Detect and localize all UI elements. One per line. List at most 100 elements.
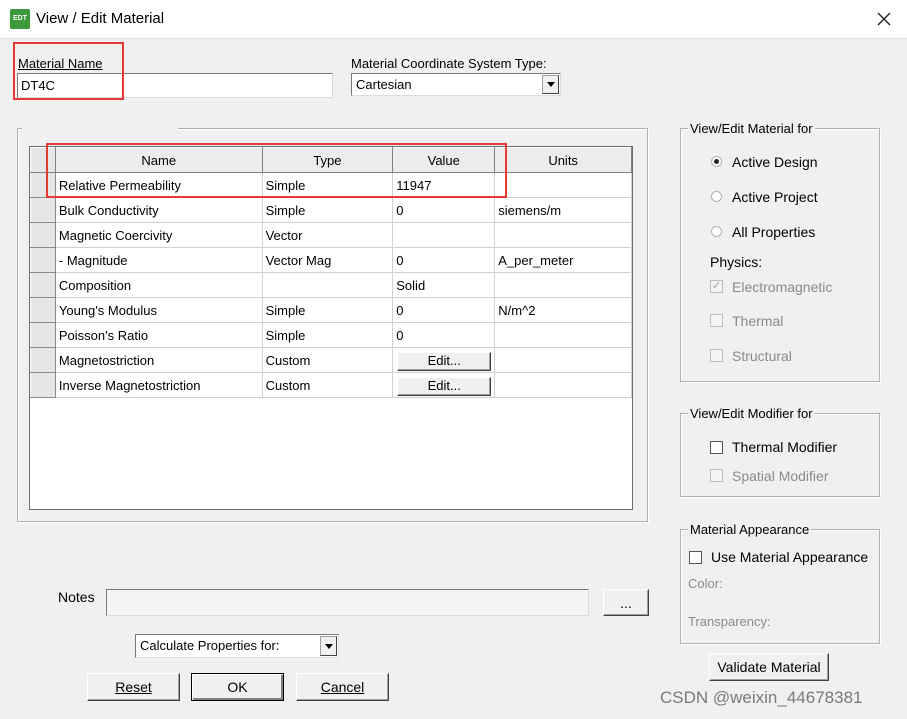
table-row: Bulk Conductivity Simple 0 siemens/m: [30, 197, 632, 223]
column-header-units[interactable]: Units: [494, 147, 632, 173]
cell-type[interactable]: Simple: [261, 297, 394, 323]
cell-type[interactable]: Vector Mag: [261, 247, 394, 273]
radio-active-design[interactable]: [711, 156, 722, 167]
use-material-appearance-checkbox[interactable]: [689, 551, 702, 564]
all-properties-label[interactable]: All Properties: [732, 224, 815, 240]
view-edit-modifier-group: [680, 413, 880, 497]
cell-units[interactable]: [494, 322, 632, 348]
cell-type[interactable]: Custom: [261, 372, 394, 398]
cell-value[interactable]: 0: [392, 322, 496, 348]
close-button[interactable]: [866, 5, 902, 33]
cell-units[interactable]: [494, 347, 632, 373]
cell-units[interactable]: [494, 222, 632, 248]
thermal-label: Thermal: [732, 313, 784, 329]
cell-name: Poisson's Ratio: [54, 322, 263, 348]
dropdown-arrow[interactable]: [320, 636, 337, 656]
row-header[interactable]: [30, 322, 56, 348]
table-row: Composition Solid: [30, 272, 632, 298]
cell-units[interactable]: N/m^2: [494, 297, 632, 323]
row-header[interactable]: [30, 297, 56, 323]
highlight-material-name: [13, 42, 124, 100]
table-row: - Magnitude Vector Mag 0 A_per_meter: [30, 247, 632, 273]
coord-system-select[interactable]: Cartesian: [351, 73, 561, 96]
cell-name: - Magnitude: [54, 247, 263, 273]
watermark-text: CSDN @weixin_44678381: [660, 688, 863, 707]
cell-value[interactable]: 0: [392, 197, 496, 223]
row-header[interactable]: [30, 197, 56, 223]
spatial-modifier-label: Spatial Modifier: [732, 468, 829, 484]
radio-all-properties[interactable]: [711, 226, 722, 237]
dropdown-arrow[interactable]: [542, 75, 559, 94]
thermal-modifier-checkbox[interactable]: [710, 441, 723, 454]
cancel-button-label: Cancel: [320, 679, 365, 695]
property-grid[interactable]: Name Type Value Units Relative Permeabil…: [29, 146, 633, 510]
cell-type[interactable]: Simple: [261, 322, 394, 348]
ok-button[interactable]: OK: [191, 673, 284, 701]
thermal-checkbox[interactable]: [710, 314, 723, 327]
cell-value[interactable]: [392, 222, 496, 248]
cell-name: Composition: [54, 272, 263, 298]
coord-system-value: Cartesian: [356, 77, 412, 92]
structural-checkbox[interactable]: [710, 349, 723, 362]
coord-system-label: Material Coordinate System Type:: [351, 56, 547, 71]
chevron-down-icon: [324, 643, 333, 649]
cell-units[interactable]: siemens/m: [494, 197, 632, 223]
view-edit-modifier-title: View/Edit Modifier for: [688, 406, 815, 421]
row-header[interactable]: [30, 347, 56, 373]
reset-button-label: Reset: [115, 679, 152, 695]
inverse-magnetostriction-edit-button[interactable]: Edit...: [397, 376, 492, 396]
cell-value[interactable]: 0: [392, 247, 496, 273]
cell-value[interactable]: Solid: [392, 272, 496, 298]
table-row: Magnetostriction Custom Edit...: [30, 347, 632, 373]
cell-value: Edit...: [392, 372, 496, 398]
electromagnetic-label: Electromagnetic: [732, 279, 833, 295]
cell-type[interactable]: Vector: [261, 222, 394, 248]
table-row: Magnetic Coercivity Vector: [30, 222, 632, 248]
cell-name: Magnetostriction: [54, 347, 263, 373]
transparency-label: Transparency:: [688, 614, 771, 629]
radio-active-project[interactable]: [711, 191, 722, 202]
table-row: Young's Modulus Simple 0 N/m^2: [30, 297, 632, 323]
notes-input[interactable]: [106, 589, 589, 616]
physics-label: Physics:: [710, 254, 763, 270]
use-material-appearance-label[interactable]: Use Material Appearance: [711, 549, 868, 565]
validate-material-button[interactable]: Validate Material: [709, 653, 829, 681]
properties-group-title-gap: [22, 122, 178, 132]
view-edit-material-title: View/Edit Material for: [688, 121, 815, 136]
notes-browse-button[interactable]: ...: [603, 589, 649, 616]
reset-button[interactable]: Reset: [87, 673, 180, 701]
material-appearance-title: Material Appearance: [688, 522, 812, 537]
cell-type[interactable]: Simple: [261, 197, 394, 223]
cell-units[interactable]: A_per_meter: [494, 247, 632, 273]
row-header[interactable]: [30, 247, 56, 273]
title-bar: EDT View / Edit Material: [0, 0, 907, 39]
table-row: Inverse Magnetostriction Custom Edit...: [30, 372, 632, 398]
cell-units[interactable]: [494, 272, 632, 298]
electromagnetic-checkbox[interactable]: ✓: [710, 280, 723, 293]
calculate-properties-value: Calculate Properties for:: [140, 638, 280, 653]
cell-value[interactable]: 0: [392, 297, 496, 323]
cell-units[interactable]: [494, 172, 632, 198]
window-title: View / Edit Material: [36, 10, 165, 27]
cell-units[interactable]: [494, 372, 632, 398]
structural-label: Structural: [732, 348, 792, 364]
highlight-permeability-row: [46, 143, 507, 198]
active-project-label[interactable]: Active Project: [732, 189, 818, 205]
active-design-label[interactable]: Active Design: [732, 154, 818, 170]
calculate-properties-select[interactable]: Calculate Properties for:: [135, 634, 339, 658]
cell-name: Bulk Conductivity: [54, 197, 263, 223]
thermal-modifier-label[interactable]: Thermal Modifier: [732, 439, 837, 455]
cell-type[interactable]: [261, 272, 394, 298]
spatial-modifier-checkbox[interactable]: [710, 469, 723, 482]
chevron-down-icon: [546, 82, 555, 87]
cancel-button[interactable]: Cancel: [296, 673, 389, 701]
magnetostriction-edit-button[interactable]: Edit...: [397, 351, 492, 371]
cell-value: Edit...: [392, 347, 496, 373]
row-header[interactable]: [30, 372, 56, 398]
cell-name: Young's Modulus: [54, 297, 263, 323]
row-header[interactable]: [30, 272, 56, 298]
material-app-icon: EDT: [10, 9, 30, 29]
cell-name: Magnetic Coercivity: [54, 222, 263, 248]
row-header[interactable]: [30, 222, 56, 248]
cell-type[interactable]: Custom: [261, 347, 394, 373]
